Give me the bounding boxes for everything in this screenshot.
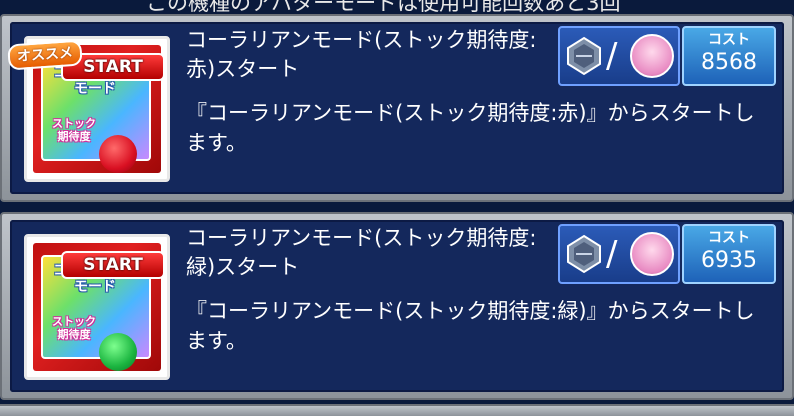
cost-label: コスト (708, 32, 750, 48)
condition-icons: / (558, 26, 680, 86)
cost-box: コスト 6935 (682, 224, 776, 284)
top-info-bar: この機種のアバターモードは使用可能回数あと3回 (0, 0, 794, 14)
cost-value: 6935 (701, 248, 757, 273)
mode-title: コーラリアンモード(ストック期待度:赤)スタート (186, 28, 537, 81)
character-face-icon (630, 34, 674, 78)
mode-thumbnail: コーラリアン モード ストック 期待度 START (24, 234, 170, 380)
start-badge: START (61, 251, 165, 279)
mode-description: 『コーラリアンモード(ストック期待度:赤)』からスタートします。 (186, 101, 755, 155)
separator-slash: / (606, 36, 618, 76)
thumbnail-stock-label: ストック 期待度 (52, 315, 96, 341)
mode-card-green[interactable]: コーラリアン モード ストック 期待度 START コーラリアンモード(ストック… (0, 212, 794, 400)
cost-box: コスト 8568 (682, 26, 776, 86)
mode-description: 『コーラリアンモード(ストック期待度:緑)』からスタートします。 (186, 299, 755, 353)
mode-title: コーラリアンモード(ストック期待度:緑)スタート (186, 226, 537, 279)
next-card-edge (0, 404, 794, 416)
stock-ball-icon (99, 333, 137, 371)
condition-icons: / (558, 224, 680, 284)
character-face-icon (630, 232, 674, 276)
recommend-badge: オススメ (7, 39, 83, 71)
stock-ball-icon (99, 135, 137, 173)
mode-card-red[interactable]: コーラリアン モード ストック 期待度 START オススメ コーラリアンモード… (0, 14, 794, 202)
separator-slash: / (606, 234, 618, 274)
crystal-icon (567, 36, 601, 76)
thumbnail-stock-label: ストック 期待度 (52, 117, 96, 143)
cost-label: コスト (708, 230, 750, 246)
cost-value: 8568 (701, 50, 757, 75)
crystal-icon (567, 234, 601, 274)
remaining-uses-text: この機種のアバターモードは使用可能回数あと3回 (146, 0, 621, 14)
